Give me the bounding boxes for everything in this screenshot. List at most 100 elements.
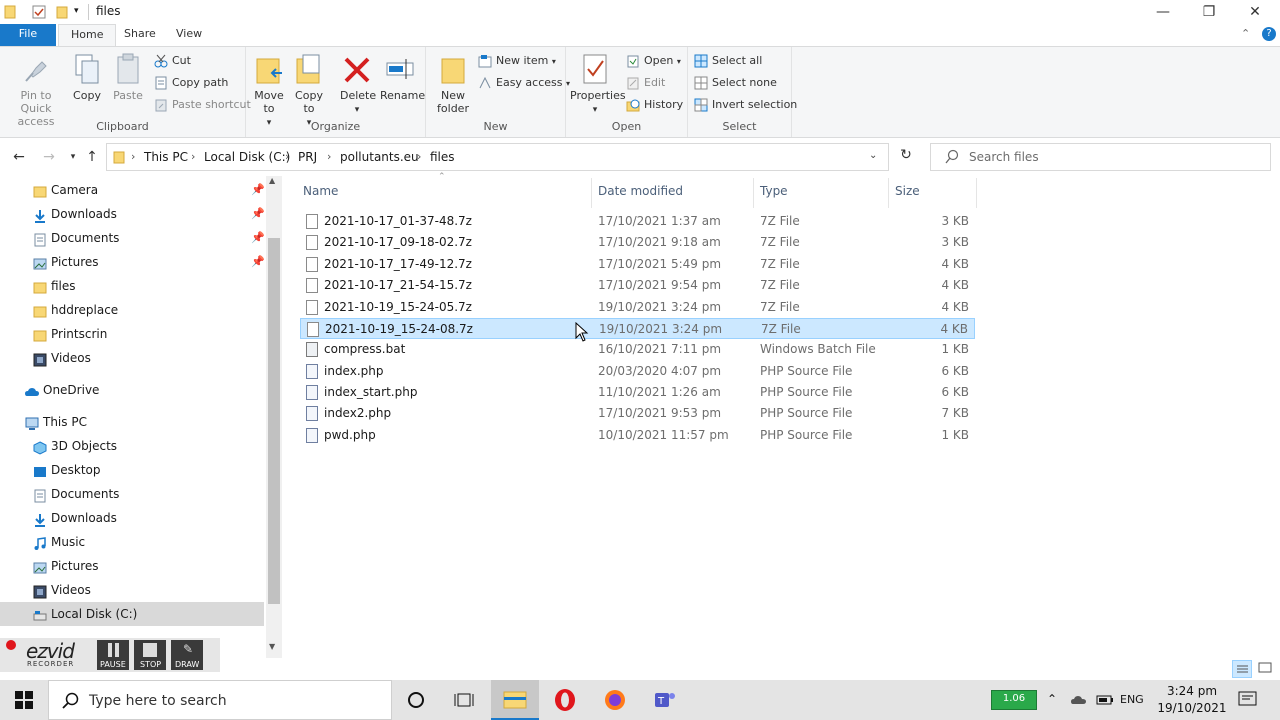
onedrive-tray-icon[interactable] <box>1070 693 1088 710</box>
cortana-button[interactable] <box>392 680 440 720</box>
pin-to-quick-access-button[interactable]: Pin to Quick access <box>4 53 68 128</box>
refresh-icon[interactable]: ↻ <box>894 147 918 167</box>
scroll-thumb[interactable] <box>268 238 280 604</box>
customize-toolbar-chevron-icon[interactable]: ▾ <box>74 6 84 22</box>
column-divider[interactable] <box>753 178 754 208</box>
nav-quick-hddreplace[interactable]: hddreplace <box>0 298 264 322</box>
column-header-name[interactable]: Name <box>303 184 338 198</box>
file-row[interactable]: index.php 20/03/2020 4:07 pm PHP Source … <box>300 361 975 382</box>
nav-documents[interactable]: Documents <box>0 482 264 506</box>
select-none-button[interactable]: Select none <box>694 73 777 93</box>
tab-home[interactable]: Home <box>58 24 117 46</box>
file-row[interactable]: pwd.php 10/10/2021 11:57 pm PHP Source F… <box>300 425 975 446</box>
nav-videos[interactable]: Videos <box>0 578 264 602</box>
delete-button[interactable]: Delete ▾ <box>340 53 376 117</box>
breadcrumb-separator[interactable]: › <box>191 150 195 163</box>
file-row[interactable]: 2021-10-17_01-37-48.7z 17/10/2021 1:37 a… <box>300 211 975 232</box>
show-hidden-icons-chevron-icon[interactable]: ⌃ <box>1047 692 1057 706</box>
nav-desktop[interactable]: Desktop <box>0 458 264 482</box>
new-folder-button[interactable]: New folder <box>436 53 470 115</box>
battery-tray-icon[interactable] <box>1096 693 1114 710</box>
address-history-chevron-icon[interactable]: ⌄ <box>869 150 877 161</box>
breadcrumb-pollutants[interactable]: pollutants.eu <box>340 150 419 164</box>
nav-music[interactable]: Music <box>0 530 264 554</box>
nav-quick-camera[interactable]: Camera 📌 <box>0 178 265 202</box>
details-view-icon[interactable] <box>1232 660 1252 678</box>
taskbar-clock[interactable]: 3:24 pm 19/10/2021 <box>1154 683 1230 717</box>
taskbar-file-explorer[interactable] <box>491 680 539 720</box>
paste-button[interactable]: Paste <box>110 53 146 102</box>
file-row[interactable]: index2.php 17/10/2021 9:53 pm PHP Source… <box>300 403 975 424</box>
breadcrumb-files[interactable]: files <box>430 150 455 164</box>
nav-onedrive[interactable]: OneDrive <box>0 378 264 402</box>
minimize-button[interactable]: — <box>1140 0 1186 24</box>
taskbar-search[interactable]: Type here to search <box>48 680 392 720</box>
pause-button[interactable]: PAUSE <box>97 640 129 670</box>
nav-quick-documents[interactable]: Documents 📌 <box>0 226 265 250</box>
back-arrow-icon[interactable]: ← <box>8 147 30 167</box>
nav-pictures[interactable]: Pictures <box>0 554 264 578</box>
search-box[interactable] <box>930 143 1271 171</box>
column-header-date[interactable]: Date modified <box>598 184 683 198</box>
file-row[interactable]: index_start.php 11/10/2021 1:26 am PHP S… <box>300 382 975 403</box>
file-row-selected[interactable]: 2021-10-19_15-24-08.7z 19/10/2021 3:24 p… <box>300 318 975 339</box>
nav-quick-printscrin[interactable]: Printscrin <box>0 322 264 346</box>
column-header-size[interactable]: Size <box>895 184 920 198</box>
scroll-up-icon[interactable]: ▲ <box>269 176 275 185</box>
large-icons-view-icon[interactable] <box>1256 660 1276 678</box>
address-bar[interactable]: › This PC › Local Disk (C:) › PRJ › poll… <box>106 143 889 171</box>
input-language[interactable]: ENG <box>1120 693 1144 706</box>
easy-access-button[interactable]: Easy access ▾ <box>478 73 570 93</box>
move-to-button[interactable]: Move to ▾ <box>252 53 286 130</box>
copy-path-button[interactable]: Copy path <box>154 73 228 93</box>
paste-shortcut-button[interactable]: Paste shortcut <box>154 95 251 115</box>
breadcrumb-this-pc[interactable]: This PC <box>144 150 188 164</box>
column-divider[interactable] <box>591 178 592 208</box>
forward-arrow-icon[interactable]: → <box>38 147 60 167</box>
column-divider[interactable] <box>888 178 889 208</box>
invert-selection-button[interactable]: Invert selection <box>694 95 797 115</box>
taskbar-opera[interactable] <box>541 680 589 720</box>
file-row[interactable]: compress.bat 16/10/2021 7:11 pm Windows … <box>300 339 975 360</box>
breadcrumb-local-disk[interactable]: Local Disk (C:) <box>204 150 290 164</box>
new-folder-quick-icon[interactable] <box>56 4 68 20</box>
draw-button[interactable]: ✎ DRAW <box>171 640 203 670</box>
search-input[interactable] <box>969 148 1259 166</box>
close-button[interactable]: ✕ <box>1232 0 1278 24</box>
edit-button[interactable]: Edit <box>626 73 665 93</box>
battery-meter[interactable]: 1.06 <box>991 690 1037 710</box>
collapse-ribbon-icon[interactable]: ⌃ <box>1241 27 1250 40</box>
open-button[interactable]: Open ▾ <box>626 51 681 71</box>
copy-button[interactable]: Copy <box>70 53 104 102</box>
stop-button[interactable]: STOP <box>134 640 166 670</box>
start-button[interactable] <box>0 680 48 720</box>
nav-3d-objects[interactable]: 3D Objects <box>0 434 264 458</box>
help-icon[interactable]: ? <box>1262 27 1276 41</box>
restore-button[interactable]: ❐ <box>1186 0 1232 24</box>
nav-quick-files[interactable]: files <box>0 274 264 298</box>
file-row[interactable]: 2021-10-17_09-18-02.7z 17/10/2021 9:18 a… <box>300 232 975 253</box>
pin-icon[interactable]: 📌 <box>251 202 265 226</box>
nav-quick-videos[interactable]: Videos <box>0 346 264 370</box>
pin-icon[interactable]: 📌 <box>251 226 265 250</box>
select-all-button[interactable]: Select all <box>694 51 762 71</box>
navigation-pane-scrollbar[interactable]: ▲ ▼ <box>266 176 282 658</box>
nav-quick-downloads[interactable]: Downloads 📌 <box>0 202 265 226</box>
pin-icon[interactable]: 📌 <box>251 178 265 202</box>
rename-button[interactable]: Rename <box>380 53 425 102</box>
nav-quick-pictures[interactable]: Pictures 📌 <box>0 250 265 274</box>
tab-file[interactable]: File <box>0 24 56 46</box>
file-row[interactable]: 2021-10-17_17-49-12.7z 17/10/2021 5:49 p… <box>300 254 975 275</box>
task-view-button[interactable] <box>440 680 488 720</box>
nav-this-pc[interactable]: This PC <box>0 410 264 434</box>
nav-local-disk[interactable]: Local Disk (C:) <box>0 602 264 626</box>
copy-to-button[interactable]: Copy to ▾ <box>292 53 326 130</box>
new-item-button[interactable]: New item ▾ <box>478 51 556 71</box>
tab-share[interactable]: Share <box>112 24 168 46</box>
pin-icon[interactable]: 📌 <box>251 250 265 274</box>
file-row[interactable]: 2021-10-19_15-24-05.7z 19/10/2021 3:24 p… <box>300 297 975 318</box>
notifications-icon[interactable] <box>1238 691 1258 712</box>
scroll-down-icon[interactable]: ▼ <box>269 642 275 651</box>
column-divider[interactable] <box>976 178 977 208</box>
nav-downloads[interactable]: Downloads <box>0 506 264 530</box>
